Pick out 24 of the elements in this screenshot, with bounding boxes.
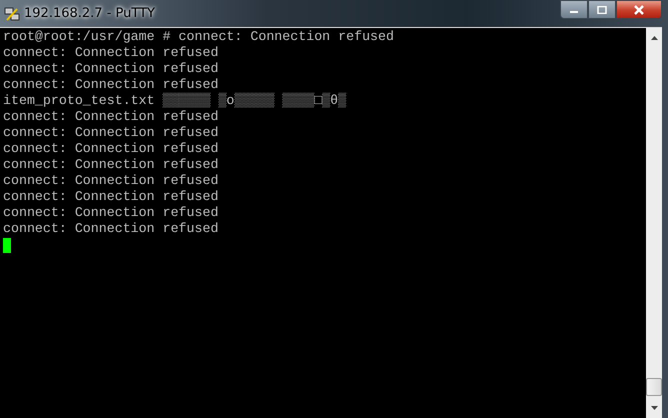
terminal-line: connect: Connection refused [3, 61, 220, 77]
scroll-up-arrow-icon[interactable] [650, 36, 658, 40]
minimize-button[interactable] [560, 0, 588, 19]
close-button[interactable] [616, 0, 662, 19]
scrollbar-thumb[interactable] [646, 378, 662, 396]
maximize-button[interactable] [588, 0, 616, 19]
terminal-line: connect: Connection refused [3, 109, 220, 125]
window-title: 192.168.2.7 - PuTTY [24, 6, 155, 21]
scroll-down-arrow-icon[interactable] [650, 406, 658, 410]
terminal-line: connect: Connection refused [3, 77, 220, 92]
terminal-line: connect: Connection refused [3, 221, 220, 237]
terminal-line: connect: Connection refused [3, 173, 220, 189]
terminal-line: connect: Connection refused [3, 157, 220, 173]
terminal-line: root@root:/usr/game # connect: Connection refused [3, 29, 395, 45]
terminal-line: connect: Connection refused [3, 141, 220, 157]
terminal-line: connect: Connection refused [3, 189, 220, 205]
close-icon [633, 4, 645, 14]
computers-icon [4, 6, 20, 22]
terminal-line: connect: Connection refused [3, 205, 220, 221]
terminal-line: connect: Connection refused [3, 45, 220, 61]
terminal-line: item_proto_test.txt ▒▒▒▒▒▒ ▒o▒▒▒▒▒ ▒▒▒▒□▒θ▒ [3, 93, 348, 109]
terminal-line: connect: Connection refused [3, 125, 220, 141]
maximize-icon [597, 6, 607, 14]
scrollbar[interactable] [646, 28, 662, 418]
